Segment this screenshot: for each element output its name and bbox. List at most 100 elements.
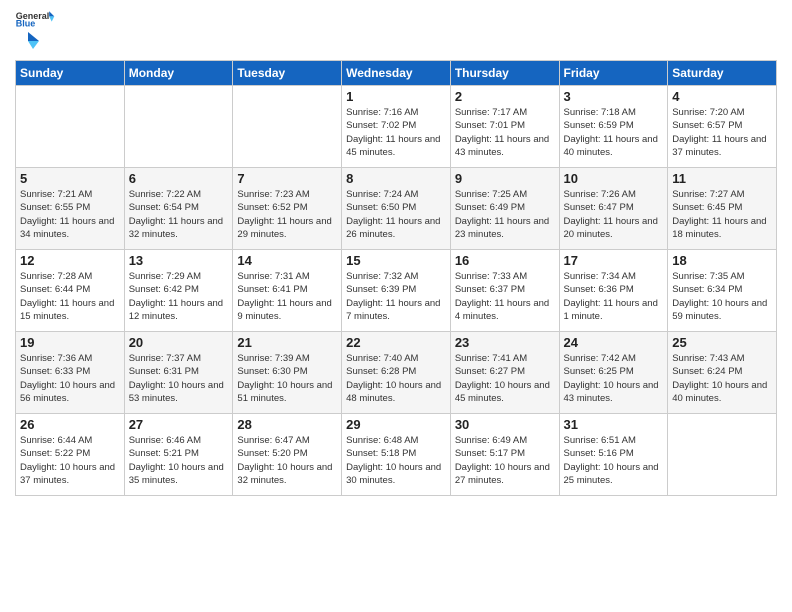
day-info: Sunrise: 7:39 AM Sunset: 6:30 PM Dayligh… [237,352,337,405]
day-info: Sunrise: 7:41 AM Sunset: 6:27 PM Dayligh… [455,352,555,405]
day-info: Sunrise: 7:16 AM Sunset: 7:02 PM Dayligh… [346,106,446,159]
day-number: 28 [237,417,337,432]
day-number: 5 [20,171,120,186]
day-number: 9 [455,171,555,186]
day-info: Sunrise: 7:33 AM Sunset: 6:37 PM Dayligh… [455,270,555,323]
svg-text:Blue: Blue [16,19,36,28]
weekday-header-saturday: Saturday [668,61,777,86]
day-info: Sunrise: 7:36 AM Sunset: 6:33 PM Dayligh… [20,352,120,405]
weekday-header-friday: Friday [559,61,668,86]
day-cell: 6 Sunrise: 7:22 AM Sunset: 6:54 PM Daylig… [124,168,233,250]
day-cell: 30 Sunrise: 6:49 AM Sunset: 5:17 PM Dayli… [450,414,559,496]
day-number: 12 [20,253,120,268]
logo-bird-icon [17,30,39,52]
weekday-header-tuesday: Tuesday [233,61,342,86]
day-cell: 19 Sunrise: 7:36 AM Sunset: 6:33 PM Dayli… [16,332,125,414]
calendar-table: SundayMondayTuesdayWednesdayThursdayFrid… [15,60,777,496]
day-info: Sunrise: 7:25 AM Sunset: 6:49 PM Dayligh… [455,188,555,241]
day-cell: 9 Sunrise: 7:25 AM Sunset: 6:49 PM Daylig… [450,168,559,250]
week-row-3: 12 Sunrise: 7:28 AM Sunset: 6:44 PM Dayli… [16,250,777,332]
day-number: 4 [672,89,772,104]
day-cell: 3Sunrise: 7:18 AM Sunset: 6:59 PM Daylig… [559,86,668,168]
day-info: Sunrise: 7:24 AM Sunset: 6:50 PM Dayligh… [346,188,446,241]
day-cell: 17Sunrise: 7:34 AM Sunset: 6:36 PM Dayli… [559,250,668,332]
day-number: 1 [346,89,446,104]
day-info: Sunrise: 7:37 AM Sunset: 6:31 PM Dayligh… [129,352,229,405]
day-info: Sunrise: 7:21 AM Sunset: 6:55 PM Dayligh… [20,188,120,241]
day-info: Sunrise: 6:47 AM Sunset: 5:20 PM Dayligh… [237,434,337,487]
day-info: Sunrise: 7:32 AM Sunset: 6:39 PM Dayligh… [346,270,446,323]
day-info: Sunrise: 7:40 AM Sunset: 6:28 PM Dayligh… [346,352,446,405]
day-cell: 14Sunrise: 7:31 AM Sunset: 6:41 PM Dayli… [233,250,342,332]
day-cell: 18Sunrise: 7:35 AM Sunset: 6:34 PM Dayli… [668,250,777,332]
week-row-4: 19 Sunrise: 7:36 AM Sunset: 6:33 PM Dayli… [16,332,777,414]
day-info: Sunrise: 6:44 AM Sunset: 5:22 PM Dayligh… [20,434,120,487]
day-cell: 10 Sunrise: 7:26 AM Sunset: 6:47 PM Dayli… [559,168,668,250]
day-info: Sunrise: 7:26 AM Sunset: 6:47 PM Dayligh… [564,188,664,241]
day-cell: 7 Sunrise: 7:23 AM Sunset: 6:52 PM Daylig… [233,168,342,250]
day-info: Sunrise: 7:29 AM Sunset: 6:42 PM Dayligh… [129,270,229,323]
day-cell: 8 Sunrise: 7:24 AM Sunset: 6:50 PM Daylig… [342,168,451,250]
logo: General Blue [15,10,55,52]
day-cell: 27Sunrise: 6:46 AM Sunset: 5:21 PM Dayli… [124,414,233,496]
day-number: 16 [455,253,555,268]
day-cell: 5 Sunrise: 7:21 AM Sunset: 6:55 PM Daylig… [16,168,125,250]
day-info: Sunrise: 7:17 AM Sunset: 7:01 PM Dayligh… [455,106,555,159]
day-cell: 24 Sunrise: 7:42 AM Sunset: 6:25 PM Dayli… [559,332,668,414]
day-cell: 11Sunrise: 7:27 AM Sunset: 6:45 PM Dayli… [668,168,777,250]
day-cell: 28 Sunrise: 6:47 AM Sunset: 5:20 PM Dayli… [233,414,342,496]
day-cell: 22Sunrise: 7:40 AM Sunset: 6:28 PM Dayli… [342,332,451,414]
day-info: Sunrise: 7:43 AM Sunset: 6:24 PM Dayligh… [672,352,772,405]
day-info: Sunrise: 6:49 AM Sunset: 5:17 PM Dayligh… [455,434,555,487]
weekday-header-sunday: Sunday [16,61,125,86]
day-cell: 31Sunrise: 6:51 AM Sunset: 5:16 PM Dayli… [559,414,668,496]
day-info: Sunrise: 6:48 AM Sunset: 5:18 PM Dayligh… [346,434,446,487]
day-number: 29 [346,417,446,432]
day-cell: 4Sunrise: 7:20 AM Sunset: 6:57 PM Daylig… [668,86,777,168]
day-number: 26 [20,417,120,432]
day-number: 13 [129,253,229,268]
day-cell [668,414,777,496]
day-number: 23 [455,335,555,350]
day-cell: 13 Sunrise: 7:29 AM Sunset: 6:42 PM Dayli… [124,250,233,332]
weekday-header-monday: Monday [124,61,233,86]
day-number: 6 [129,171,229,186]
day-number: 20 [129,335,229,350]
day-number: 24 [564,335,664,350]
page: General Blue SundayMondayTuesdayWednesda… [0,0,792,612]
day-info: Sunrise: 7:22 AM Sunset: 6:54 PM Dayligh… [129,188,229,241]
day-cell: 2 Sunrise: 7:17 AM Sunset: 7:01 PM Daylig… [450,86,559,168]
logo-icon: General Blue [15,10,55,28]
day-number: 27 [129,417,229,432]
day-number: 8 [346,171,446,186]
day-cell: 23 Sunrise: 7:41 AM Sunset: 6:27 PM Dayli… [450,332,559,414]
day-info: Sunrise: 7:31 AM Sunset: 6:41 PM Dayligh… [237,270,337,323]
day-cell: 20 Sunrise: 7:37 AM Sunset: 6:31 PM Dayli… [124,332,233,414]
day-cell: 21 Sunrise: 7:39 AM Sunset: 6:30 PM Dayli… [233,332,342,414]
weekday-header-row: SundayMondayTuesdayWednesdayThursdayFrid… [16,61,777,86]
day-number: 25 [672,335,772,350]
day-info: Sunrise: 7:42 AM Sunset: 6:25 PM Dayligh… [564,352,664,405]
day-cell: 26 Sunrise: 6:44 AM Sunset: 5:22 PM Dayli… [16,414,125,496]
day-cell: 29 Sunrise: 6:48 AM Sunset: 5:18 PM Dayli… [342,414,451,496]
header: General Blue [15,10,777,52]
day-number: 7 [237,171,337,186]
day-number: 3 [564,89,664,104]
day-number: 19 [20,335,120,350]
day-number: 11 [672,171,772,186]
day-cell: 15Sunrise: 7:32 AM Sunset: 6:39 PM Dayli… [342,250,451,332]
day-cell: 1 Sunrise: 7:16 AM Sunset: 7:02 PM Daylig… [342,86,451,168]
day-number: 31 [564,417,664,432]
day-cell [233,86,342,168]
day-cell: 25 Sunrise: 7:43 AM Sunset: 6:24 PM Dayli… [668,332,777,414]
day-cell [16,86,125,168]
day-number: 18 [672,253,772,268]
day-info: Sunrise: 7:23 AM Sunset: 6:52 PM Dayligh… [237,188,337,241]
day-number: 10 [564,171,664,186]
day-number: 21 [237,335,337,350]
day-cell: 16 Sunrise: 7:33 AM Sunset: 6:37 PM Dayli… [450,250,559,332]
day-cell: 12 Sunrise: 7:28 AM Sunset: 6:44 PM Dayli… [16,250,125,332]
day-number: 30 [455,417,555,432]
day-info: Sunrise: 7:28 AM Sunset: 6:44 PM Dayligh… [20,270,120,323]
day-number: 2 [455,89,555,104]
